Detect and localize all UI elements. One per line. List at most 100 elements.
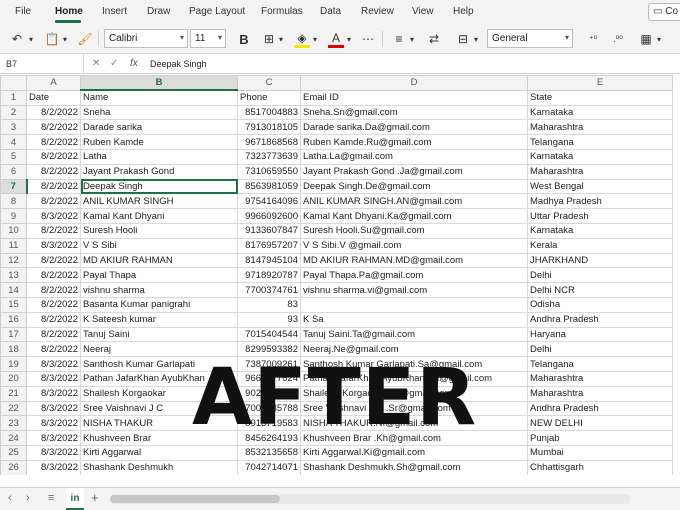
row-header[interactable]: 7	[0, 178, 28, 195]
cell[interactable]: Tanuj Saini	[80, 326, 238, 343]
cell[interactable]: Maharashtra	[527, 119, 673, 136]
merge-icon[interactable]: ⊟	[455, 30, 471, 48]
merge-dropdown-icon[interactable]: ▾	[472, 30, 480, 48]
cell[interactable]: Karnataka	[527, 222, 673, 239]
number-format-select[interactable]: General ▾	[487, 29, 573, 48]
format-painter-icon[interactable]: 🖌	[77, 30, 92, 48]
row-header[interactable]: 18	[0, 341, 27, 358]
cell[interactable]: 8/3/2022	[26, 430, 81, 446]
cell[interactable]: State	[527, 89, 673, 106]
sheet-tab-in[interactable]: in	[66, 488, 84, 510]
cell[interactable]: 8/2/2022	[26, 311, 81, 328]
insert-function-button[interactable]: fx	[130, 58, 138, 69]
prev-sheet-icon[interactable]: ‹	[8, 492, 12, 504]
cell[interactable]: Basanta Kumar panigrahi	[80, 296, 238, 313]
cancel-icon[interactable]: ✕	[92, 58, 100, 69]
cell[interactable]: 9754164096	[237, 193, 301, 210]
cell[interactable]: Deepak Singh.De@gmail.com	[300, 178, 528, 195]
name-box[interactable]: B7	[0, 54, 84, 74]
cell[interactable]: 8532135658	[237, 444, 301, 461]
fill-color-icon[interactable]: ◈	[294, 30, 310, 48]
cell[interactable]: Shashank Deshmukh.Sh@gmail.com	[300, 459, 528, 475]
decrease-decimal-icon[interactable]: .⁰⁰	[610, 30, 626, 48]
cell[interactable]: 8/3/2022	[26, 444, 81, 461]
cell[interactable]: 8/2/2022	[26, 193, 81, 210]
tab-draw[interactable]: Draw	[147, 6, 170, 17]
cell[interactable]: Kamal Kant Dhyani	[80, 208, 238, 224]
paste-icon[interactable]: 📋	[45, 30, 60, 48]
cell[interactable]: 8/3/2022	[26, 385, 81, 402]
table-format-icon[interactable]: ▦	[638, 30, 654, 48]
cell[interactable]: Kamal Kant Dhyani.Ka@gmail.com	[300, 208, 528, 224]
cell[interactable]: 8/3/2022	[26, 415, 81, 432]
cell[interactable]: 9671868568	[237, 134, 301, 150]
row-header[interactable]: 2	[0, 104, 27, 121]
horizontal-scrollbar[interactable]	[110, 494, 630, 504]
row-header[interactable]: 10	[0, 222, 27, 239]
cell[interactable]: Delhi	[527, 341, 673, 358]
cell[interactable]: Darade sarika	[80, 119, 238, 136]
cell[interactable]: MD AKIUR RAHMAN.MD@gmail.com	[300, 252, 528, 269]
cell[interactable]: Jayant Prakash Gond .Ja@gmail.com	[300, 163, 528, 180]
cell[interactable]: 8/2/2022	[26, 296, 81, 313]
undo-icon[interactable]: ↶	[10, 30, 24, 48]
cell[interactable]: 8/3/2022	[26, 356, 81, 372]
cell[interactable]: Punjab	[527, 430, 673, 446]
cell[interactable]: Odisha	[527, 296, 673, 313]
row-header[interactable]: 4	[0, 134, 27, 150]
cell[interactable]: 7323773639	[237, 148, 301, 165]
cell[interactable]: Payal Thapa	[80, 267, 238, 284]
more-options-icon[interactable]: ⋯	[361, 30, 375, 48]
cell[interactable]: Andhra Pradesh	[527, 400, 673, 417]
select-all-corner[interactable]	[0, 75, 27, 91]
tab-help[interactable]: Help	[453, 6, 474, 17]
cell[interactable]: 9133607847	[237, 222, 301, 239]
scrollbar-thumb[interactable]	[110, 495, 280, 503]
cell[interactable]: 83	[237, 296, 301, 313]
fill-color-dropdown-icon[interactable]: ▾	[311, 30, 319, 48]
cell[interactable]: Suresh Hooli	[80, 222, 238, 239]
borders-dropdown-icon[interactable]: ▾	[277, 30, 285, 48]
cell[interactable]: Uttar Pradesh	[527, 208, 673, 224]
row-header[interactable]: 6	[0, 163, 27, 180]
cell[interactable]: 8/3/2022	[26, 208, 81, 224]
cell[interactable]: Suresh Hooli.Su@gmail.com	[300, 222, 528, 239]
cell[interactable]: Delhi	[527, 267, 673, 284]
tab-file[interactable]: File	[15, 6, 31, 17]
all-sheets-menu-icon[interactable]: ≡	[48, 492, 54, 504]
cell[interactable]: vishnu sharma.vi@gmail.com	[300, 282, 528, 298]
row-header[interactable]: 25	[0, 444, 27, 461]
cell[interactable]: 8147945104	[237, 252, 301, 269]
cell[interactable]: 8/3/2022	[26, 459, 81, 475]
confirm-icon[interactable]: ✓	[110, 58, 118, 69]
row-header[interactable]: 16	[0, 311, 27, 328]
cell[interactable]: 7015404544	[237, 326, 301, 343]
cell[interactable]: Madhya Pradesh	[527, 193, 673, 210]
row-header[interactable]: 12	[0, 252, 27, 269]
column-header-c[interactable]: C	[237, 75, 301, 91]
cell[interactable]: 8517004883	[237, 104, 301, 121]
cell[interactable]: Maharashtra	[527, 163, 673, 180]
cell[interactable]: vishnu sharma	[80, 282, 238, 298]
row-header[interactable]: 15	[0, 296, 27, 313]
cell[interactable]: V S Sibi	[80, 237, 238, 254]
row-header[interactable]: 24	[0, 430, 27, 446]
cell[interactable]: 8563981059	[237, 178, 301, 195]
cell[interactable]: 8/2/2022	[26, 134, 81, 150]
align-dropdown-icon[interactable]: ▾	[408, 30, 416, 48]
cell[interactable]: Phone	[237, 89, 301, 106]
cell[interactable]: Delhi NCR	[527, 282, 673, 298]
cell[interactable]: MD AKIUR RAHMAN	[80, 252, 238, 269]
cell[interactable]: West Bengal	[527, 178, 673, 195]
cell[interactable]: NEW DELHI	[527, 415, 673, 432]
row-header[interactable]: 5	[0, 148, 27, 165]
font-name-select[interactable]: Calibri ▾	[104, 29, 188, 48]
cell[interactable]: ANIL KUMAR SINGH	[80, 193, 238, 210]
cell[interactable]: 8/2/2022	[26, 341, 81, 358]
row-header[interactable]: 3	[0, 119, 27, 136]
cell[interactable]: 8/3/2022	[26, 370, 81, 387]
column-header-d[interactable]: D	[300, 75, 528, 91]
cell[interactable]: 8/3/2022	[26, 237, 81, 254]
font-size-select[interactable]: 11 ▾	[190, 29, 226, 48]
cell[interactable]: Latha	[80, 148, 238, 165]
